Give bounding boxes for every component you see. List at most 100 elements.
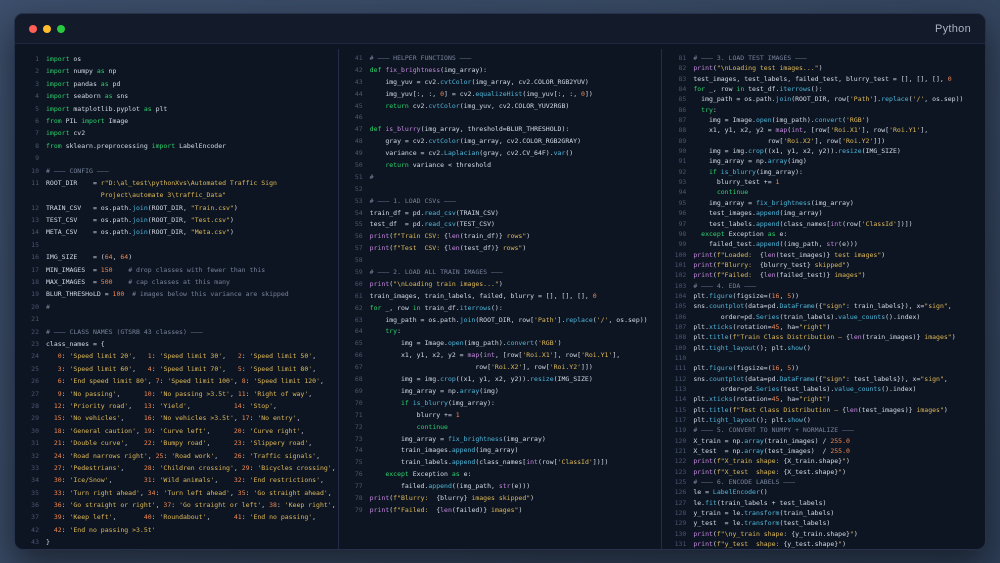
- line-number: 29: [23, 412, 39, 424]
- code-token: ,: [148, 377, 156, 385]
- code-token: [46, 414, 54, 422]
- code-token: ): [952, 333, 956, 341]
- code-token: ,: [261, 501, 269, 509]
- code-token: (test_labels): [779, 519, 830, 527]
- code-token: test images": [830, 251, 881, 259]
- code-token: (train_labels + test_labels): [717, 499, 827, 507]
- code-token: f"Blurry:: [717, 261, 760, 269]
- code-text: # ——— CLASS NAMES (GTSRB 43 classes) ———: [46, 326, 334, 338]
- code-token: f"Test CSV:: [393, 244, 444, 252]
- code-text: 24: 'Road narrows right', 25: 'Road work…: [46, 450, 334, 462]
- line-number: 28: [23, 400, 39, 412]
- code-token: :: [152, 513, 160, 521]
- code-token: join: [132, 204, 148, 212]
- code-text: x1, y1, x2, y2 = map(int, [row['Roi.X1']…: [370, 350, 658, 362]
- code-line: 54train_df = pd.read_csv(TRAIN_CSV): [347, 208, 658, 220]
- code-token: except: [385, 470, 408, 478]
- line-number: 108: [670, 332, 686, 342]
- line-number: 114: [670, 394, 686, 404]
- code-token: (ROOT_DIR, row[: [791, 95, 850, 103]
- close-button[interactable]: [29, 25, 37, 33]
- zoom-button[interactable]: [57, 25, 65, 33]
- code-line: 4import seaborn as sns: [23, 90, 334, 102]
- code-line: 83test_images, test_labels, failed_test,…: [670, 74, 981, 84]
- code-token: print: [693, 251, 713, 259]
- code-text: blurry += 1: [370, 410, 658, 422]
- code-token: (ROOT_DIR,: [148, 204, 191, 212]
- code-token: ): [826, 395, 830, 403]
- code-token: [370, 470, 386, 478]
- code-line: 108 plt.title(f"Train Class Distribution …: [670, 332, 981, 342]
- code-token: ,: [120, 464, 143, 472]
- code-text: 36: 'Go straight or right', 37: 'Go stra…: [46, 499, 334, 511]
- code-token: test_df = pd.: [370, 220, 425, 228]
- code-token: (figsize=(: [732, 364, 771, 372]
- code-token: read_csv: [424, 220, 455, 228]
- code-text: # ——— 2. LOAD ALL TRAIN IMAGES ———: [370, 267, 658, 279]
- code-token: , ha=: [779, 395, 799, 403]
- minimize-button[interactable]: [43, 25, 51, 33]
- code-text: train_images, train_labels, failed, blur…: [370, 291, 658, 303]
- line-number: 48: [347, 136, 363, 148]
- code-token: countplot: [709, 302, 744, 310]
- code-token: f"Train CSV:: [393, 232, 444, 240]
- code-line: 120X_train = np.array(train_images) / 25…: [670, 436, 981, 446]
- code-token: ,: [234, 464, 242, 472]
- code-token: :: [62, 365, 70, 373]
- code-token: skipped": [811, 261, 846, 269]
- code-token: 11: [238, 390, 246, 398]
- code-token: append: [428, 482, 451, 490]
- code-token: # ——— HELPER FUNCTIONS ———: [370, 54, 472, 62]
- code-token: join: [132, 216, 148, 224]
- window-controls: [29, 25, 65, 33]
- code-token: sklearn.preprocessing: [62, 142, 152, 150]
- code-token: 'Right of way': [253, 390, 308, 398]
- line-number: 129: [670, 518, 686, 528]
- line-number: 10: [23, 165, 39, 177]
- code-line: 49 variance = cv2.Laplacian(gray, cv2.CV…: [347, 148, 658, 160]
- code-token: (img_array, cv2.COLOR_RGB2GRAY): [460, 137, 581, 145]
- line-number: 32: [23, 450, 39, 462]
- code-token: ,: [320, 377, 324, 385]
- code-token: (img_array):: [756, 168, 803, 176]
- code-token: 16: [144, 414, 152, 422]
- code-token: join: [132, 228, 148, 236]
- code-token: print: [370, 494, 390, 502]
- code-text: le.fit(train_labels + test_labels): [693, 498, 981, 508]
- code-line: 125# ——— 6. ENCODE LABELS ———: [670, 477, 981, 487]
- code-token: ,: [148, 452, 156, 460]
- line-number: 93: [670, 177, 686, 187]
- code-text: [370, 184, 658, 196]
- code-token: tight_layout: [709, 344, 756, 352]
- code-line: 102print(f"Failed: {len(failed_test)} im…: [670, 270, 981, 280]
- code-token: order=pd.: [693, 385, 756, 393]
- code-token: ,: [128, 402, 144, 410]
- code-text: plt.xticks(rotation=45, ha="right"): [693, 394, 981, 404]
- code-token: failed_test.: [693, 240, 756, 248]
- line-number: 78: [347, 493, 363, 505]
- titlebar[interactable]: Python: [15, 14, 985, 44]
- line-number: 98: [670, 229, 686, 239]
- code-text: print(f"Blurry: {blurry_test} skipped"): [693, 260, 981, 270]
- code-token: 'Bicycles crossing': [257, 464, 331, 472]
- code-token: 500: [101, 278, 113, 286]
- code-token: Exception: [409, 470, 452, 478]
- code-text: plt.title(f"Train Class Distribution — {…: [693, 332, 981, 342]
- code-token: (test_df)}: [460, 244, 499, 252]
- code-token: images": [920, 333, 951, 341]
- code-token: ): [846, 261, 850, 269]
- code-token: 255.0: [830, 437, 850, 445]
- line-number: 110: [670, 353, 686, 363]
- code-token: "Test.csv": [191, 216, 230, 224]
- line-number: 43: [23, 536, 39, 548]
- code-token: "sign": [924, 302, 947, 310]
- code-token: ({: [815, 302, 823, 310]
- code-token: row[: [693, 137, 783, 145]
- code-text: 9: 'No passing', 10: 'No passing >3.5t',…: [46, 388, 334, 400]
- code-token: 'Stop': [250, 402, 273, 410]
- code-token: le.: [693, 499, 705, 507]
- code-token: 'Speed limit 60': [70, 365, 133, 373]
- code-token: (ROOT_DIR,: [148, 228, 191, 236]
- code-token: append: [756, 240, 779, 248]
- code-text: img = img.crop((x1, y1, x2, y2)).resize(…: [370, 374, 658, 386]
